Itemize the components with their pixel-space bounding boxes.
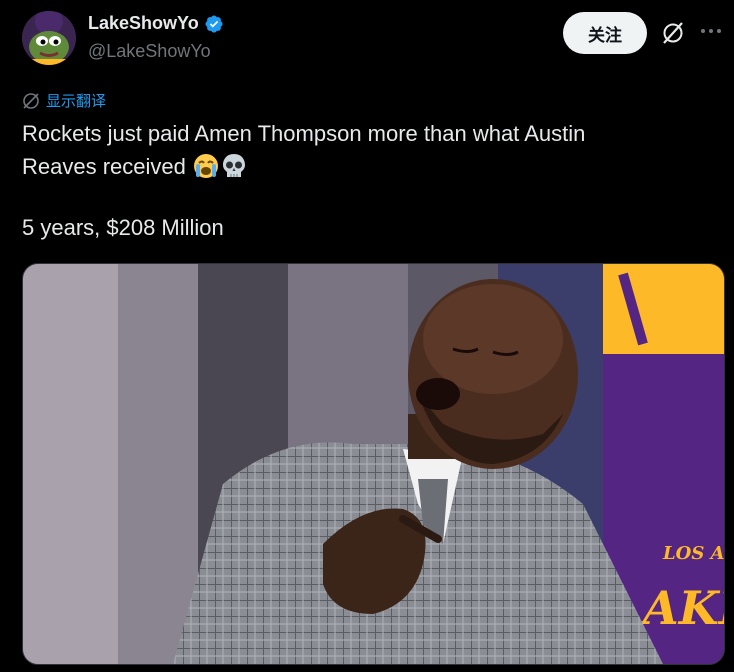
tweet-text-line-2-text: Reaves received — [22, 154, 186, 179]
tweet-media-image: LOS A AKE — [23, 264, 724, 664]
frog-avatar-icon — [22, 11, 76, 65]
svg-text:AKE: AKE — [639, 581, 724, 635]
author-display-name[interactable]: LakeShowYo — [88, 13, 199, 34]
tweet-text-line-1: Rockets just paid Amen Thompson more tha… — [22, 121, 586, 146]
tweet-text-line-2: Reaves received — [22, 150, 712, 183]
verified-badge-icon — [205, 14, 223, 33]
show-translation-link[interactable]: 显示翻译 — [22, 90, 106, 111]
dots-icon — [701, 29, 721, 33]
follow-button[interactable]: 关注 — [563, 12, 647, 54]
show-translation-label[interactable]: 显示翻译 — [46, 90, 106, 111]
translate-globe-icon — [23, 92, 39, 109]
tweet-stats-line: 5 years, $208 Million — [22, 215, 224, 240]
svg-text:LOS A: LOS A — [662, 543, 724, 564]
loudly-crying-face-emoji — [194, 154, 218, 178]
more-horizontal-icon[interactable] — [698, 18, 724, 44]
skull-emoji — [223, 154, 245, 177]
tweet-media[interactable]: LOS A AKE — [22, 263, 725, 665]
grok-icon[interactable] — [660, 20, 686, 46]
author-handle[interactable]: @LakeShowYo — [88, 41, 211, 62]
tweet-text: Rockets just paid Amen Thompson more tha… — [22, 117, 712, 183]
author-avatar[interactable] — [22, 11, 76, 65]
author-name-row[interactable]: LakeShowYo — [88, 13, 224, 34]
